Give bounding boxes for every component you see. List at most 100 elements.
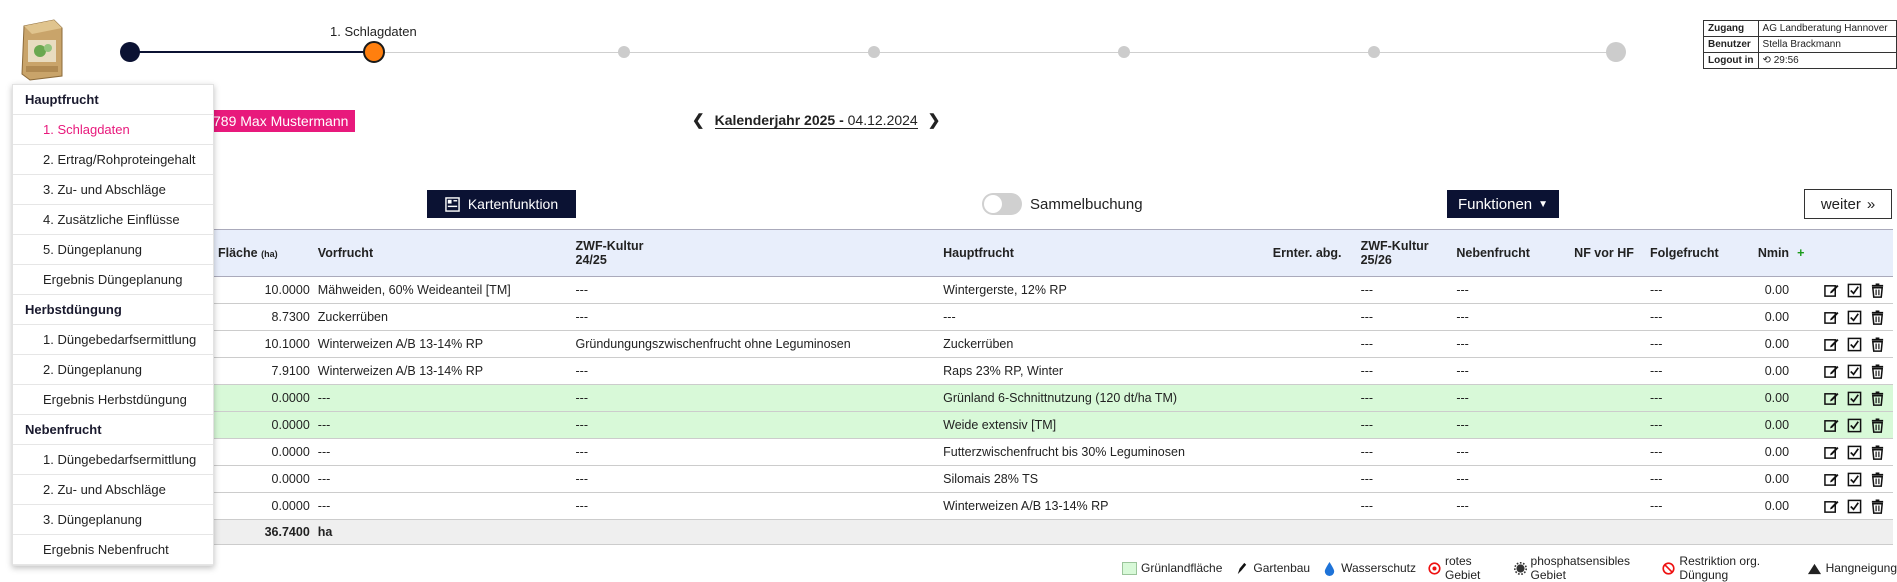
menu-item[interactable]: Ergebnis Herbstdüngung [13,385,213,415]
edit-icon[interactable] [1824,310,1839,325]
menu-item[interactable]: 3. Düngeplanung [13,505,213,535]
table-row[interactable]: 0.0000 --- --- Weide extensiv [TM] --- --- ---… [214,411,1893,439]
edit-icon[interactable] [1824,499,1839,514]
col-nf-vor-hf[interactable]: NF vor HF [1570,229,1646,277]
col-nmin[interactable]: Nmin [1753,229,1794,277]
trash-icon[interactable] [1870,390,1885,406]
menu-item[interactable]: 1. Schlagdaten [13,115,213,145]
trash-icon[interactable] [1870,363,1885,379]
trash-icon[interactable] [1870,444,1885,460]
cell-nmin: 0.00 [1753,303,1794,331]
trash-icon[interactable] [1870,282,1885,298]
trash-icon[interactable] [1870,471,1885,487]
user-badge[interactable]: 789 Max Mustermann [206,110,356,132]
cell-hauptfrucht: Wintergerste, 12% RP [939,276,1269,304]
cell-folgefrucht: --- [1645,357,1754,385]
menu-item[interactable]: 3. Zu- und Abschläge [13,175,213,205]
row-actions [1793,330,1893,358]
edit-icon[interactable] [1824,472,1839,487]
cell-folgefrucht: --- [1645,492,1754,520]
cell-hauptfrucht: Grünland 6-Schnittnutzung (120 dt/ha TM) [939,384,1269,412]
table-row[interactable]: 7.9100 Winterweizen A/B 13-14% RP --- Raps … [214,357,1893,385]
trash-icon[interactable] [1870,336,1885,352]
checkbox-icon[interactable] [1847,391,1862,406]
step-dot[interactable] [1368,46,1380,58]
legend-item: Hangneigung [1807,561,1897,576]
menu-section-header: Herbstdüngung [13,295,213,325]
checkbox-icon[interactable] [1847,337,1862,352]
col-hauptfrucht[interactable]: Hauptfrucht [939,229,1269,277]
cell-nebenfrucht: --- [1452,384,1571,412]
menu-item[interactable]: 4. Zusätzliche Einflüsse [13,205,213,235]
map-function-button[interactable]: Kartenfunktion [427,190,576,218]
menu-item[interactable]: 1. Düngebedarfsermittlung [13,445,213,475]
step-dot[interactable] [868,46,880,58]
checkbox-icon[interactable] [1847,472,1862,487]
pen-icon [1238,562,1247,574]
table-header-row: Fläche (ha) Vorfrucht ZWF-Kultur 24/25 Ha… [214,229,1893,277]
col-flaeche[interactable]: Fläche (ha) [214,229,314,277]
cell-zwf-2425: Gründungungszwischenfrucht ohne Legumino… [571,330,940,358]
sammelbuchung-toggle[interactable] [982,193,1022,215]
chevron-right-icon[interactable]: ❯ [928,111,941,129]
checkbox-icon[interactable] [1847,364,1862,379]
step-dot-final[interactable] [1606,42,1626,62]
edit-icon[interactable] [1824,445,1839,460]
step-dot-done[interactable] [120,42,140,62]
legend-label: Wasserschutz [1341,561,1417,575]
cell-nf-vor-hf [1570,384,1646,412]
table-row[interactable]: 10.0000 Mähweiden, 60% Weideanteil [TM] --… [214,276,1893,304]
edit-icon[interactable] [1824,391,1839,406]
trash-icon[interactable] [1870,417,1885,433]
menu-item[interactable]: 5. Düngeplanung [13,235,213,265]
cell-zwf-2526: --- [1356,384,1453,412]
table-row[interactable]: 0.0000 --- --- Futterzwischenfrucht bis 30%… [214,438,1893,466]
menu-item[interactable]: Ergebnis Düngeplanung [13,265,213,295]
col-folgefrucht[interactable]: Folgefrucht [1645,229,1754,277]
table-row[interactable]: 8.7300 Zuckerrüben --- --- --- --- --- 0.00 [214,303,1893,331]
step-dot[interactable] [618,46,630,58]
cell-ernter [1268,384,1357,412]
col-nebenfrucht[interactable]: Nebenfrucht [1452,229,1571,277]
cell-flaeche: 8.7300 [214,303,314,331]
checkbox-icon[interactable] [1847,499,1862,514]
trash-icon[interactable] [1870,498,1885,514]
menu-item[interactable]: 1. Düngebedarfsermittlung [13,325,213,355]
col-vorfrucht[interactable]: Vorfrucht [313,229,572,277]
menu-item[interactable]: 2. Zu- und Abschläge [13,475,213,505]
table-row[interactable]: 10.1000 Winterweizen A/B 13-14% RP Gründun… [214,330,1893,358]
checkbox-icon[interactable] [1847,445,1862,460]
edit-icon[interactable] [1824,283,1839,298]
menu-item[interactable]: 2. Düngeplanung [13,355,213,385]
cell-folgefrucht: --- [1645,438,1754,466]
col-zwf-2425[interactable]: ZWF-Kultur 24/25 [571,229,940,277]
logout-timer: 29:56 [1773,55,1799,66]
col-ernter[interactable]: Ernter. abg. [1268,229,1357,277]
edit-icon[interactable] [1824,364,1839,379]
next-button[interactable]: weiter » [1804,189,1892,219]
menu-item[interactable]: 2. Ertrag/Rohproteingehalt [13,145,213,175]
step-dot-active[interactable] [363,41,385,63]
edit-icon[interactable] [1824,337,1839,352]
cell-flaeche: 0.0000 [214,384,314,412]
cell-flaeche: 7.9100 [214,357,314,385]
checkbox-icon[interactable] [1847,283,1862,298]
table-row[interactable]: 0.0000 --- --- Grünland 6-Schnittnutzung (1… [214,384,1893,412]
table-row[interactable]: 0.0000 --- --- Silomais 28% TS --- --- --- 0.00 [214,465,1893,493]
edit-icon[interactable] [1824,418,1839,433]
add-row-button[interactable]: + [1793,229,1893,277]
menu-item[interactable]: Ergebnis Nebenfrucht [13,535,213,565]
checkbox-icon[interactable] [1847,418,1862,433]
chevron-left-icon[interactable]: ❮ [692,111,705,129]
year-label[interactable]: Kalenderjahr 2025 - 04.12.2024 [714,112,918,129]
functions-dropdown-button[interactable]: Funktionen ▼ [1447,190,1559,218]
checkbox-icon[interactable] [1847,310,1862,325]
table-row[interactable]: 0.0000 --- --- Winterweizen A/B 13-14% RP --… [214,492,1893,520]
total-unit: ha [313,519,572,545]
cell-nmin: 0.00 [1753,492,1794,520]
step-dot[interactable] [1118,46,1130,58]
col-zwf-2526[interactable]: ZWF-Kultur 25/26 [1356,229,1453,277]
cell-flaeche: 0.0000 [214,411,314,439]
trash-icon[interactable] [1870,309,1885,325]
history-icon: ⟲ [1762,55,1771,66]
